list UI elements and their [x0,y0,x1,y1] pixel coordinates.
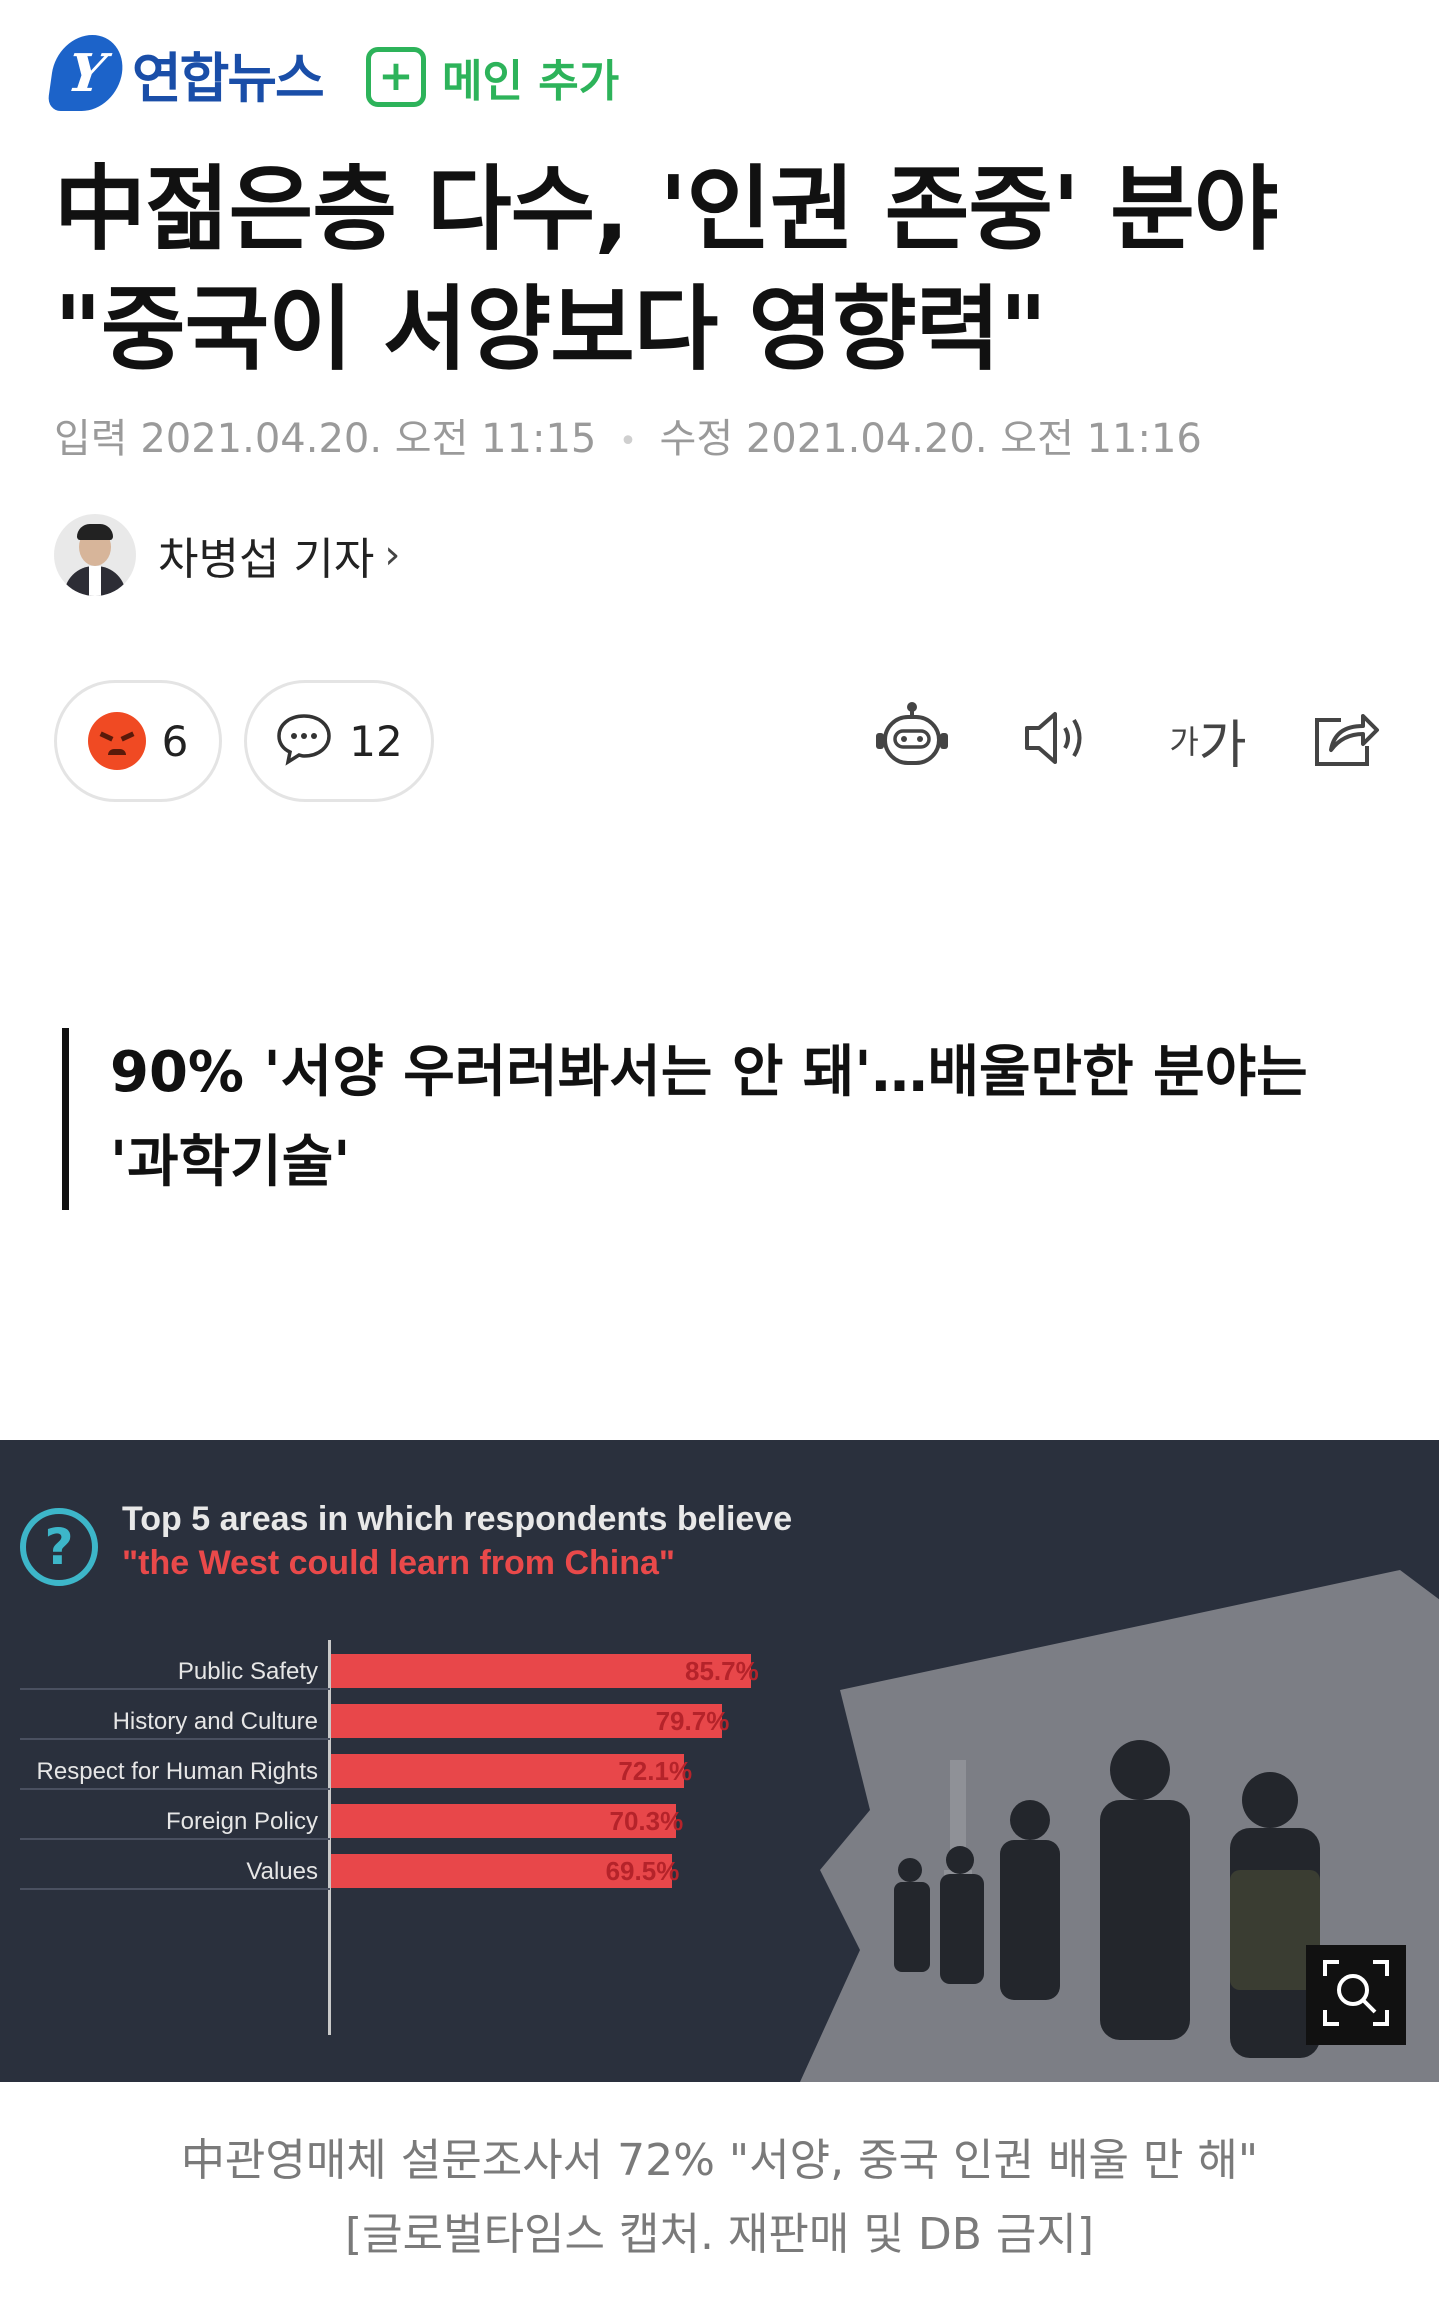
chart-guide-line [20,1788,330,1790]
share-button[interactable] [1306,700,1386,780]
font-size-small-label: 가 [1169,723,1199,761]
chart-bar-row: Foreign Policy 70.3% [0,1804,1100,1840]
comment-button[interactable]: 12 [244,680,434,802]
add-main-button[interactable]: + 메인 추가 [366,44,619,110]
zoom-button[interactable] [1306,1945,1406,2045]
article-image[interactable]: ? Top 5 areas in which respondents belie… [0,1440,1439,2082]
read-aloud-button[interactable] [1016,700,1096,780]
chart-category-label: Public Safety [177,1658,318,1685]
speech-bubble-icon [275,712,333,770]
speaker-icon [1021,708,1091,772]
chevron-right-icon: › [384,532,401,578]
chart-guide-line [20,1838,330,1840]
chart-value-label: 70.3% [609,1806,684,1836]
plus-icon: + [366,47,426,107]
dateline-separator: • [619,423,637,459]
chart-bar-row: History and Culture 79.7% [0,1704,1100,1740]
robot-icon [873,701,951,779]
font-size-button[interactable]: 가가 [1158,700,1258,780]
article-title: 中젊은층 다수, '인권 존중' 분야 "중국이 서양보다 영향력" [54,156,1278,383]
chart-bar-row: Public Safety 85.7% [0,1654,1100,1690]
author-name: 차병섭 기자 [158,534,375,585]
font-size-large-label: 가 [1198,715,1247,776]
reaction-count: 6 [161,716,189,766]
chart-title: Top 5 areas in which respondents believe [122,1500,793,1538]
input-date: 2021.04.20. 오전 11:15 [140,416,597,462]
chart-subtitle: "the West could learn from China" [122,1544,676,1582]
chart-category-label: History and Culture [112,1708,318,1735]
chart-value-label: 79.7% [655,1706,730,1736]
robot-summary-button[interactable] [872,700,952,780]
zoom-icon [1321,1958,1391,2032]
input-label: 입력 [54,416,128,462]
yonhap-logo-mark: Y [46,35,128,111]
yonhap-logo-text: 연합뉴스 [132,46,325,110]
author-avatar [54,514,136,596]
caption-line-1: 中관영매체 설문조사서 72% "서양, 중국 인권 배울 만 해" [180,2135,1259,2186]
subheading-bar [62,1028,69,1210]
chart-value-label: 72.1% [618,1756,693,1786]
image-caption: 中관영매체 설문조사서 72% "서양, 중국 인권 배울 만 해" [글로벌타… [0,2124,1439,2272]
author-link[interactable]: 차병섭 기자 › [54,514,400,596]
chart-value-label: 85.7% [685,1656,759,1686]
reaction-button[interactable]: 6 [54,680,222,802]
add-main-label: 메인 추가 [442,56,620,107]
chart-bar-row: Respect for Human Rights 72.1% [0,1754,1100,1790]
share-icon [1311,706,1381,774]
edit-label: 수정 [659,416,734,462]
chart-category-label: Foreign Policy [165,1808,318,1835]
chart-guide-line [20,1888,330,1890]
chart-category-label: Respect for Human Rights [36,1758,318,1785]
chart-guide-line [20,1688,330,1690]
chart-value-label: 69.5% [605,1856,680,1886]
edit-date: 2021.04.20. 오전 11:16 [745,416,1202,462]
chart-guide-line [20,1738,330,1740]
chart-category-label: Values [246,1858,318,1885]
article-dateline: 입력 2021.04.20. 오전 11:15 • 수정 2021.04.20.… [54,406,1202,464]
yonhap-logo[interactable]: Y 연합뉴스 [46,28,325,118]
article-subheading: 90% '서양 우러러봐서는 안 돼'…배울만한 분야는 '과학기술' [110,1040,1308,1195]
chart-bar-row: Values 69.5% [0,1854,1100,1890]
angry-face-icon [87,712,146,770]
caption-line-2: [글로벌타임스 캡처. 재판매 및 DB 금지] [344,2209,1095,2260]
comment-count: 12 [349,716,403,766]
question-icon: ? [20,1508,98,1586]
